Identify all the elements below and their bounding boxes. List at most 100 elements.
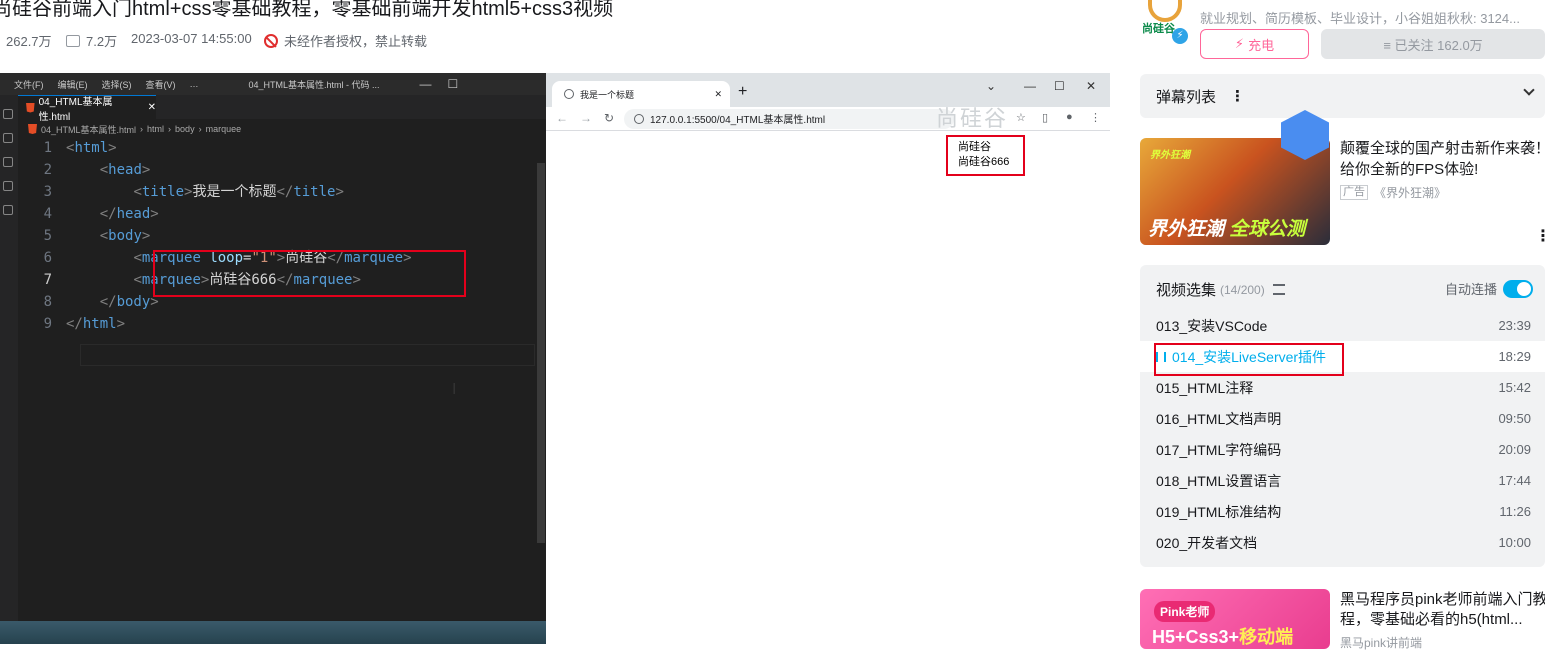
follow-button[interactable]: ≡ 已关注 162.0万	[1321, 29, 1545, 59]
reload-icon[interactable]: ↻	[604, 111, 614, 125]
menu-edit[interactable]: 编辑(E)	[58, 78, 88, 91]
browser-tabbar: 我是一个标题 ✕ + ⌄ — ☐ ✕	[546, 73, 1110, 107]
forward-icon[interactable]: →	[580, 111, 592, 125]
activity-bar	[0, 95, 18, 644]
episode-duration: 11:26	[1499, 504, 1531, 519]
code-line: 5 < body >	[18, 225, 538, 247]
sidebar-icon[interactable]: ▯	[1042, 111, 1048, 124]
source-control-icon[interactable]	[3, 157, 13, 167]
editor-scrollbar[interactable]	[537, 163, 545, 543]
explorer-icon[interactable]	[3, 109, 13, 119]
browser-tab[interactable]: 我是一个标题 ✕	[552, 81, 730, 107]
info-icon[interactable]	[634, 113, 644, 124]
address-bar-url: 127.0.0.1:5500/04_HTML基本属性.html	[650, 115, 826, 126]
maximize-icon[interactable]: ☐	[448, 77, 459, 91]
vscode-window: 文件(F) 编辑(E) 选择(S) 查看(V) … 04_HTML基本属性.ht…	[0, 73, 546, 644]
playlist-item[interactable]: 015_HTML注释 15:42	[1140, 372, 1545, 403]
video-title: 尚硅谷前端入门html+css零基础教程，零基础前端开发html5+css3视频	[0, 0, 614, 20]
code-token: title	[141, 184, 185, 200]
breadcrumb-item[interactable]: 04_HTML基本属性.html	[41, 123, 136, 136]
line-number: 1	[43, 140, 52, 156]
ad-slogan-1: 界外狂潮	[1148, 219, 1225, 240]
profile-icon[interactable]: ●	[1066, 111, 1073, 123]
code-editor[interactable]: 1 < html > 2 < head > 3 < title > 我是一个标题 </title >…	[18, 137, 538, 335]
line-number: 3	[43, 184, 52, 200]
recommend-image-badge: Pink老师	[1154, 601, 1216, 622]
code-line: 9 </html >	[18, 313, 538, 335]
extensions-icon[interactable]	[3, 205, 13, 215]
star-icon[interactable]: ☆	[1016, 111, 1026, 124]
menu-more[interactable]: …	[190, 79, 199, 89]
danmaku-list-label: 弹幕列表	[1156, 88, 1217, 106]
more-icon[interactable]: ⋮	[1090, 111, 1101, 124]
ad-badge: 广告	[1340, 185, 1368, 200]
html-file-icon	[26, 102, 35, 113]
ad-image-slogan: 界外狂潮 全球公测	[1148, 214, 1305, 241]
code-line: 2 < head >	[18, 159, 538, 181]
address-bar[interactable]: 127.0.0.1:5500/04_HTML基本属性.html	[624, 108, 954, 129]
more-icon[interactable]: ⋮	[1535, 226, 1545, 246]
new-tab-icon[interactable]: +	[738, 83, 747, 101]
maximize-icon[interactable]: ☐	[1054, 79, 1065, 93]
menu-file[interactable]: 文件(F)	[14, 78, 44, 91]
recommend-image-text: H5+Css3+移动端	[1152, 623, 1293, 649]
page-viewport: 尚硅谷 尚硅谷666	[546, 131, 1110, 644]
minimize-icon[interactable]: —	[1024, 79, 1036, 93]
episode-title: 013_安装VSCode	[1156, 317, 1268, 334]
line-number: 4	[43, 206, 52, 222]
playlist-item[interactable]: 018_HTML设置语言 17:44	[1140, 465, 1545, 496]
code-token: html	[82, 316, 117, 332]
back-icon[interactable]: ←	[556, 111, 568, 125]
playlist-item[interactable]: 020_开发者文档 10:00	[1140, 527, 1545, 558]
code-line: 3 < title > 我是一个标题 </title >	[18, 181, 538, 203]
video-player[interactable]: 文件(F) 编辑(E) 选择(S) 查看(V) … 04_HTML基本属性.ht…	[0, 73, 1110, 644]
chevron-down-icon[interactable]	[1523, 84, 1535, 96]
playlist-title: 视频选集	[1156, 282, 1217, 299]
ad-source[interactable]: 《界外狂潮》	[1374, 184, 1446, 201]
recommend-uploader[interactable]: 黑马pink讲前端	[1340, 634, 1422, 651]
code-token: body	[108, 228, 142, 244]
episode-duration: 15:42	[1498, 380, 1531, 395]
danmaku-count: 7.2万	[66, 31, 117, 50]
playlist-item[interactable]: 017_HTML字符编码 20:09	[1140, 434, 1545, 465]
highlight-box-code	[153, 250, 466, 297]
playlist-count: (14/200)	[1220, 282, 1265, 297]
playlist-item[interactable]: 016_HTML文档声明 09:50	[1140, 403, 1545, 434]
charge-button[interactable]: ⚡ 充电	[1200, 29, 1309, 59]
line-number: 9	[43, 316, 52, 332]
ad-title[interactable]: 颠覆全球的国产射击新作来袭！给你全新的FPS体验!	[1340, 138, 1545, 180]
chevron-down-icon[interactable]: ⌄	[986, 79, 996, 93]
recommend-title[interactable]: 黑马程序员pink老师前端入门教程，零基础必看的h5(html...	[1340, 590, 1545, 630]
video-progress-waveform[interactable]	[0, 621, 546, 644]
code-token: html	[74, 140, 109, 156]
editor-tabs: 04_HTML基本属性.html ✕	[18, 95, 546, 123]
breadcrumb-item[interactable]: marquee	[206, 124, 242, 134]
view-count-value: 262.7万	[6, 34, 52, 49]
recommend-thumbnail[interactable]: Pink老师 H5+Css3+移动端	[1140, 589, 1330, 649]
menu-selection[interactable]: 选择(S)	[102, 78, 132, 91]
more-icon[interactable]: ⋮	[1230, 87, 1245, 105]
minimize-icon[interactable]: —	[420, 77, 432, 91]
breadcrumb-item[interactable]: body	[175, 124, 195, 134]
breadcrumb-item[interactable]: html	[147, 124, 164, 134]
code-token: body	[116, 294, 151, 310]
search-icon[interactable]	[3, 133, 13, 143]
autoplay-toggle[interactable]	[1503, 279, 1533, 298]
danmaku-list-header[interactable]: 弹幕列表 ⋮	[1140, 74, 1545, 118]
autoplay-label: 自动连播	[1444, 282, 1497, 297]
list-view-icon[interactable]	[1272, 284, 1285, 295]
close-icon[interactable]: ✕	[1086, 79, 1096, 93]
run-icon[interactable]	[3, 181, 13, 191]
menu-view[interactable]: 查看(V)	[146, 78, 176, 91]
episode-title: 018_HTML设置语言	[1156, 472, 1282, 489]
episode-duration: 18:29	[1498, 349, 1531, 364]
line-number: 7	[43, 272, 52, 288]
playlist-item[interactable]: 019_HTML标准结构 11:26	[1140, 496, 1545, 527]
playlist-item[interactable]: 013_安装VSCode 23:39	[1140, 310, 1545, 341]
close-icon[interactable]: ✕	[148, 102, 156, 113]
close-icon[interactable]: ✕	[714, 89, 722, 100]
recommend-image-text-2: 移动端	[1239, 627, 1294, 647]
copyright-text: 未经作者授权，禁止转载	[284, 34, 428, 49]
episode-duration: 09:50	[1498, 411, 1531, 426]
editor-tab[interactable]: 04_HTML基本属性.html ✕	[18, 95, 156, 123]
